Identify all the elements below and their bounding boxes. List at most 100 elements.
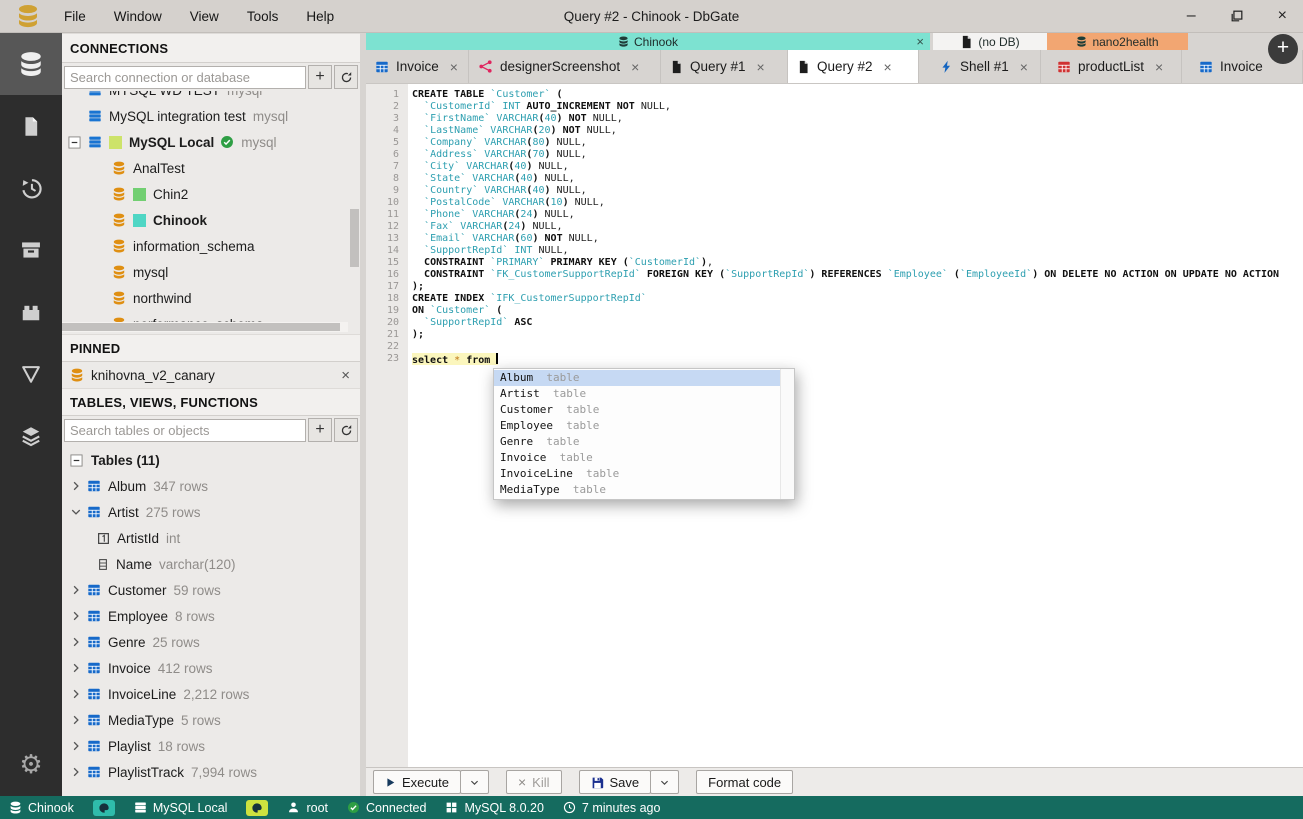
rail-plugins[interactable] <box>0 281 62 343</box>
save-button[interactable]: Save <box>578 770 652 794</box>
tab-group-no-db[interactable]: (no DB) <box>933 33 1047 50</box>
tab-productlist[interactable]: productList × <box>1048 50 1182 83</box>
table-item-playlist[interactable]: Playlist 18 rows <box>62 733 360 759</box>
menu-window[interactable]: Window <box>114 9 162 24</box>
maximize-icon[interactable] <box>1230 9 1244 23</box>
menu-help[interactable]: Help <box>306 9 334 24</box>
collapse-minus-icon[interactable] <box>70 453 83 467</box>
connection-item-mysql-local[interactable]: MySQL Local mysql <box>62 129 360 155</box>
close-tab-icon[interactable]: × <box>1155 59 1163 75</box>
table-item-tables-11[interactable]: Tables (11) <box>62 447 360 473</box>
rail-archive[interactable] <box>0 219 62 281</box>
rail-databases[interactable] <box>0 33 62 95</box>
pinned-item-knihovna-v2-canary[interactable]: knihovna_v2_canary × <box>62 362 360 388</box>
status-7-minutes-ago[interactable]: 7 minutes ago <box>563 801 660 815</box>
autocomplete-item-invoice[interactable]: Invoice table <box>494 450 794 466</box>
table-item-artistid[interactable]: ArtistId int <box>62 525 360 551</box>
status-chinook[interactable]: Chinook <box>9 801 74 815</box>
close-tab-icon[interactable]: × <box>450 59 458 75</box>
collapse-minus-icon[interactable] <box>68 135 81 149</box>
status-mysql-8-0-20[interactable]: MySQL 8.0.20 <box>445 801 544 815</box>
table-item-playlisttrack[interactable]: PlaylistTrack 7,994 rows <box>62 759 360 785</box>
chevron-down-icon[interactable] <box>70 506 87 518</box>
table-item-mediatype[interactable]: MediaType 5 rows <box>62 707 360 733</box>
kill-button[interactable]: × Kill <box>505 770 562 794</box>
new-tab-button[interactable]: + <box>1268 34 1298 64</box>
close-icon[interactable]: × <box>1278 8 1287 24</box>
status-root[interactable]: root <box>287 801 328 815</box>
autocomplete-item-employee[interactable]: Employee table <box>494 418 794 434</box>
tab-shell-1[interactable]: Shell #1 × <box>931 50 1041 83</box>
close-tab-icon[interactable]: × <box>757 59 765 75</box>
chevron-right-icon[interactable] <box>70 714 87 726</box>
menu-view[interactable]: View <box>190 9 219 24</box>
save-options-button[interactable] <box>650 770 680 794</box>
add-connection-button[interactable]: + <box>308 65 332 89</box>
chevron-right-icon[interactable] <box>70 766 87 778</box>
chevron-right-icon[interactable] <box>70 662 87 674</box>
close-group-icon[interactable]: × <box>916 33 924 50</box>
status-connected[interactable]: Connected <box>347 801 426 815</box>
tab-query-1[interactable]: Query #1 × <box>661 50 788 83</box>
connection-item-analtest[interactable]: AnalTest <box>62 155 360 181</box>
close-tab-icon[interactable]: × <box>884 59 892 75</box>
autocomplete-item-invoiceline[interactable]: InvoiceLine table <box>494 466 794 482</box>
table-item-employee[interactable]: Employee 8 rows <box>62 603 360 629</box>
autocomplete-item-genre[interactable]: Genre table <box>494 434 794 450</box>
add-table-button[interactable]: + <box>308 418 332 442</box>
connections-search-input[interactable] <box>64 65 306 89</box>
unpin-close-icon[interactable]: × <box>341 367 350 384</box>
execute-options-button[interactable] <box>459 770 489 794</box>
rail-query-designer[interactable] <box>0 343 62 405</box>
menu-file[interactable]: File <box>64 9 86 24</box>
connections-horizontal-scrollbar[interactable] <box>62 322 348 332</box>
rail-settings[interactable]: ⚙ <box>0 734 62 796</box>
connection-item-mysql[interactable]: mysql <box>62 259 360 285</box>
connection-item-northwind[interactable]: northwind <box>62 285 360 311</box>
refresh-connections-button[interactable] <box>334 65 358 89</box>
connection-item-mysql-wd-test[interactable]: MYSQL WD TEST mysql <box>62 91 360 103</box>
table-meta: 18 rows <box>157 738 206 754</box>
autocomplete-scrollbar[interactable] <box>780 369 794 499</box>
tables-search-input[interactable] <box>64 418 306 442</box>
tab-query-2[interactable]: Query #2 × <box>788 50 919 83</box>
rail-files[interactable] <box>0 95 62 157</box>
tab-group-chinook[interactable]: Chinook × <box>366 33 930 50</box>
chevron-right-icon[interactable] <box>70 610 87 622</box>
status-mysql-local[interactable]: MySQL Local <box>134 801 227 815</box>
menu-tools[interactable]: Tools <box>247 9 279 24</box>
chevron-right-icon[interactable] <box>70 688 87 700</box>
chevron-right-icon[interactable] <box>70 584 87 596</box>
tab-invoice[interactable]: Invoice × <box>366 50 469 83</box>
autocomplete-item-album[interactable]: Album table <box>494 370 794 386</box>
table-item-customer[interactable]: Customer 59 rows <box>62 577 360 603</box>
tab-designerscreenshot[interactable]: designerScreenshot × <box>469 50 661 83</box>
chevron-right-icon[interactable] <box>70 740 87 752</box>
autocomplete-item-artist[interactable]: Artist table <box>494 386 794 402</box>
close-tab-icon[interactable]: × <box>631 59 639 75</box>
minimize-icon[interactable]: – <box>1187 8 1196 24</box>
connection-item-chinook[interactable]: Chinook <box>62 207 360 233</box>
rail-history[interactable] <box>0 157 62 219</box>
connection-item-chin2[interactable]: Chin2 <box>62 181 360 207</box>
refresh-tables-button[interactable] <box>334 418 358 442</box>
connections-vertical-scrollbar[interactable] <box>350 209 359 267</box>
table-item-name[interactable]: Name varchar(120) <box>62 551 360 577</box>
table-item-album[interactable]: Album 347 rows <box>62 473 360 499</box>
autocomplete-item-mediatype[interactable]: MediaType table <box>494 482 794 498</box>
sql-editor[interactable]: 1 2 3 4 5 6 7 8 9 10 11 12 13 14 15 16 17 18 19 20 21 22 23 CR… <box>366 84 1303 767</box>
rail-cells[interactable] <box>0 405 62 467</box>
table-item-genre[interactable]: Genre 25 rows <box>62 629 360 655</box>
connection-item-information-schema[interactable]: information_schema <box>62 233 360 259</box>
chevron-right-icon[interactable] <box>70 636 87 648</box>
format-code-button[interactable]: Format code <box>696 770 794 794</box>
table-item-invoice[interactable]: Invoice 412 rows <box>62 655 360 681</box>
table-item-artist[interactable]: Artist 275 rows <box>62 499 360 525</box>
chevron-right-icon[interactable] <box>70 480 87 492</box>
close-tab-icon[interactable]: × <box>1020 59 1028 75</box>
connection-item-mysql-integration-test[interactable]: MySQL integration test mysql <box>62 103 360 129</box>
table-item-invoiceline[interactable]: InvoiceLine 2,212 rows <box>62 681 360 707</box>
execute-button[interactable]: Execute <box>373 770 461 794</box>
tab-group-nano2health[interactable]: nano2health <box>1047 33 1188 50</box>
autocomplete-item-customer[interactable]: Customer table <box>494 402 794 418</box>
